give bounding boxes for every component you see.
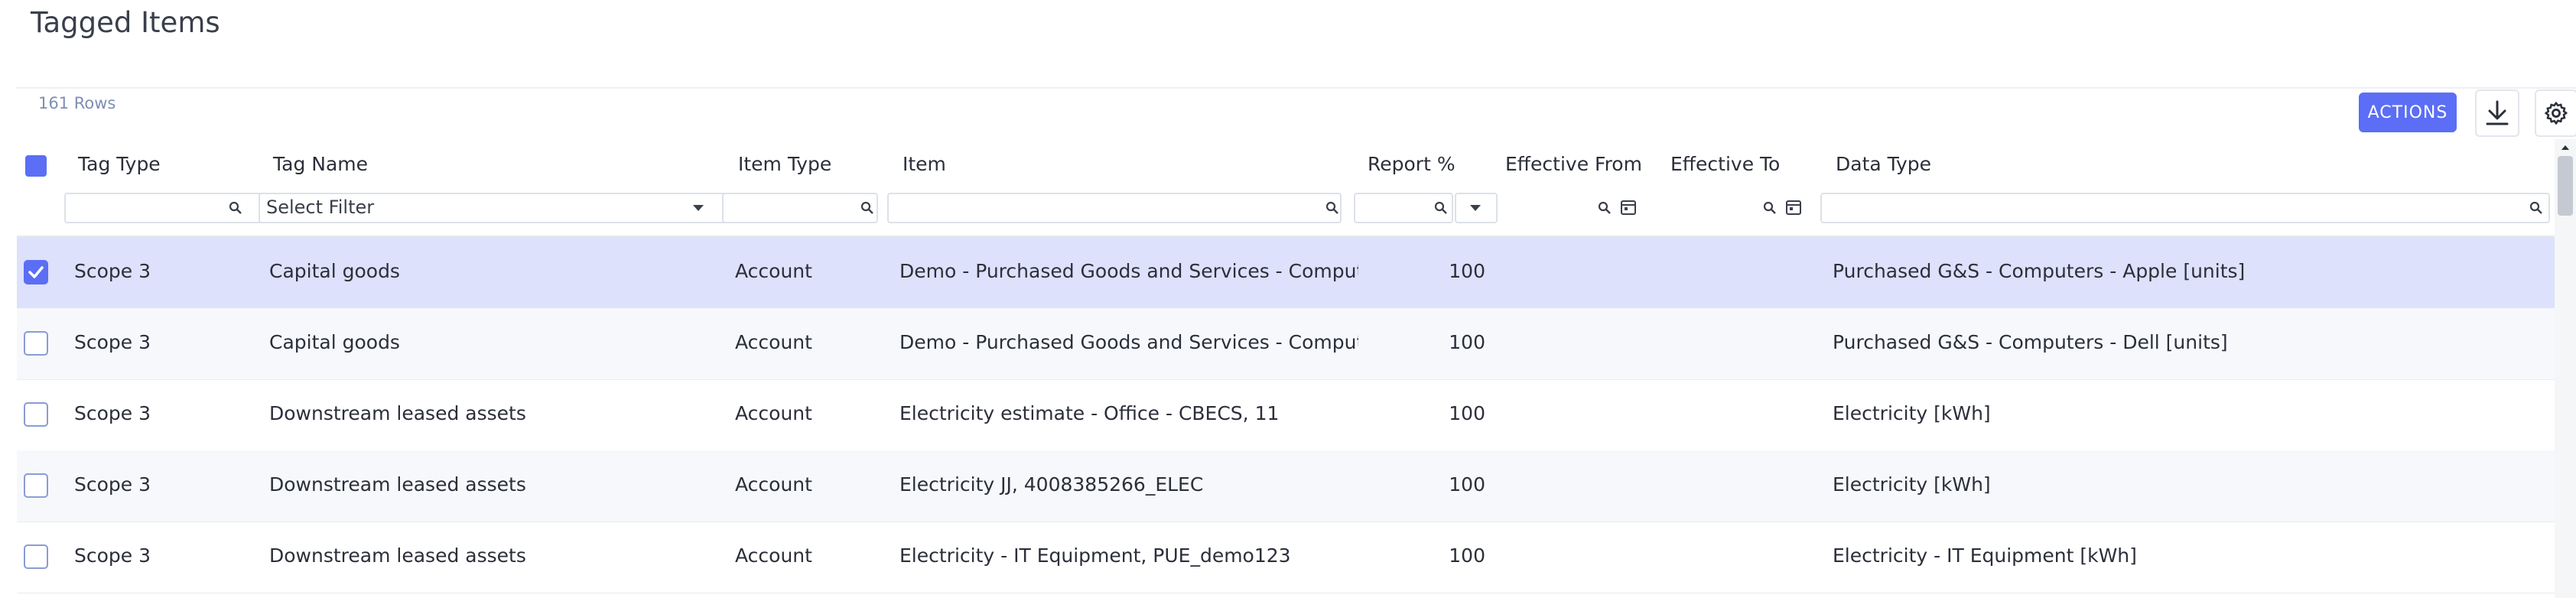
search-icon xyxy=(229,201,242,214)
scroll-up-arrow-icon[interactable] xyxy=(2555,141,2576,154)
cell-item: Demo - Purchased Goods and Services - Co… xyxy=(899,331,1358,353)
page-title: Tagged Items xyxy=(31,6,220,39)
row-checkbox[interactable] xyxy=(24,260,48,284)
data-type-filter[interactable] xyxy=(1820,193,2550,223)
cell-data-type: Electricity [kWh] xyxy=(1833,473,1991,496)
chevron-down-icon xyxy=(1470,205,1481,211)
cell-tag-name: Downstream leased assets xyxy=(269,473,526,496)
cell-tag-type: Scope 3 xyxy=(74,544,151,567)
row-count: 161 Rows xyxy=(38,94,116,112)
cell-tag-name: Capital goods xyxy=(269,331,400,353)
row-checkbox[interactable] xyxy=(24,544,48,569)
settings-button[interactable] xyxy=(2535,89,2576,137)
search-icon xyxy=(1325,201,1338,214)
actions-button[interactable]: ACTIONS xyxy=(2359,93,2457,132)
select-all-checkbox[interactable] xyxy=(25,155,47,177)
chevron-down-icon xyxy=(693,205,704,211)
table-row[interactable]: Scope 3 Capital goods Account Demo - Pur… xyxy=(17,308,2555,380)
calendar-icon[interactable] xyxy=(1620,199,1637,216)
col-header-report-pct[interactable]: Report % xyxy=(1368,153,1456,175)
header-row: Tag Type Tag Name Item Type Item Report … xyxy=(17,139,2555,191)
cell-data-type: Electricity - IT Equipment [kWh] xyxy=(1833,544,2137,567)
cell-report-pct: 100 xyxy=(1449,331,1485,353)
cell-item-type: Account xyxy=(735,260,812,282)
cell-tag-type: Scope 3 xyxy=(74,260,151,282)
cell-item-type: Account xyxy=(735,544,812,567)
calendar-icon[interactable] xyxy=(1785,199,1802,216)
col-header-item-type[interactable]: Item Type xyxy=(738,153,831,175)
search-icon xyxy=(2529,201,2542,214)
scrollbar-thumb[interactable] xyxy=(2558,156,2573,216)
tag-name-filter-select[interactable]: Select Filter xyxy=(259,193,731,223)
download-icon xyxy=(2486,100,2509,125)
row-checkbox[interactable] xyxy=(24,402,48,427)
download-button[interactable] xyxy=(2475,89,2519,137)
cell-item-type: Account xyxy=(735,473,812,496)
cell-item: Electricity estimate - Office - CBECS, 1… xyxy=(899,402,1280,424)
cell-report-pct: 100 xyxy=(1449,544,1485,567)
checkmark-icon xyxy=(28,266,44,278)
cell-report-pct: 100 xyxy=(1449,402,1485,424)
cell-tag-type: Scope 3 xyxy=(74,473,151,496)
cell-tag-type: Scope 3 xyxy=(74,402,151,424)
search-icon xyxy=(1763,201,1776,214)
cell-data-type: Electricity [kWh] xyxy=(1833,402,1991,424)
vertical-scrollbar[interactable] xyxy=(2555,139,2576,598)
search-icon xyxy=(1598,201,1611,214)
cell-item-type: Account xyxy=(735,331,812,353)
table-row[interactable]: Scope 3 Downstream leased assets Account… xyxy=(17,379,2555,451)
cell-tag-type: Scope 3 xyxy=(74,331,151,353)
table-row[interactable]: Scope 3 Capital goods Account Demo - Pur… xyxy=(17,237,2555,309)
data-grid: Tag Type Tag Name Item Type Item Report … xyxy=(17,139,2555,598)
top-divider xyxy=(15,87,2576,89)
col-header-effective-from[interactable]: Effective From xyxy=(1505,153,1642,175)
item-filter[interactable] xyxy=(887,193,1342,223)
col-header-effective-to[interactable]: Effective To xyxy=(1670,153,1780,175)
cell-report-pct: 100 xyxy=(1449,260,1485,282)
cell-data-type: Purchased G&S - Computers - Apple [units… xyxy=(1833,260,2246,282)
cell-tag-name: Downstream leased assets xyxy=(269,402,526,424)
table-row[interactable]: Scope 3 Downstream leased assets Account… xyxy=(17,450,2555,522)
cell-item: Electricity JJ, 4008385266_ELEC xyxy=(899,473,1204,496)
cell-item: Demo - Purchased Goods and Services - Co… xyxy=(899,260,1358,282)
col-header-tag-type[interactable]: Tag Type xyxy=(78,153,161,175)
col-header-data-type[interactable]: Data Type xyxy=(1836,153,1931,175)
cell-tag-name: Capital goods xyxy=(269,260,400,282)
cell-item: Electricity - IT Equipment, PUE_demo123 xyxy=(899,544,1291,567)
row-checkbox[interactable] xyxy=(24,331,48,356)
cell-report-pct: 100 xyxy=(1449,473,1485,496)
cell-item-type: Account xyxy=(735,402,812,424)
col-header-tag-name[interactable]: Tag Name xyxy=(273,153,368,175)
search-icon xyxy=(1434,201,1447,214)
gear-icon xyxy=(2545,102,2568,125)
cell-data-type: Purchased G&S - Computers - Dell [units] xyxy=(1833,331,2228,353)
search-icon xyxy=(860,201,873,214)
row-checkbox[interactable] xyxy=(24,473,48,498)
cell-tag-name: Downstream leased assets xyxy=(269,544,526,567)
item-type-filter[interactable] xyxy=(722,193,878,223)
table-row[interactable]: Scope 3 Downstream leased assets Account… xyxy=(17,522,2555,593)
col-header-item[interactable]: Item xyxy=(903,153,946,175)
